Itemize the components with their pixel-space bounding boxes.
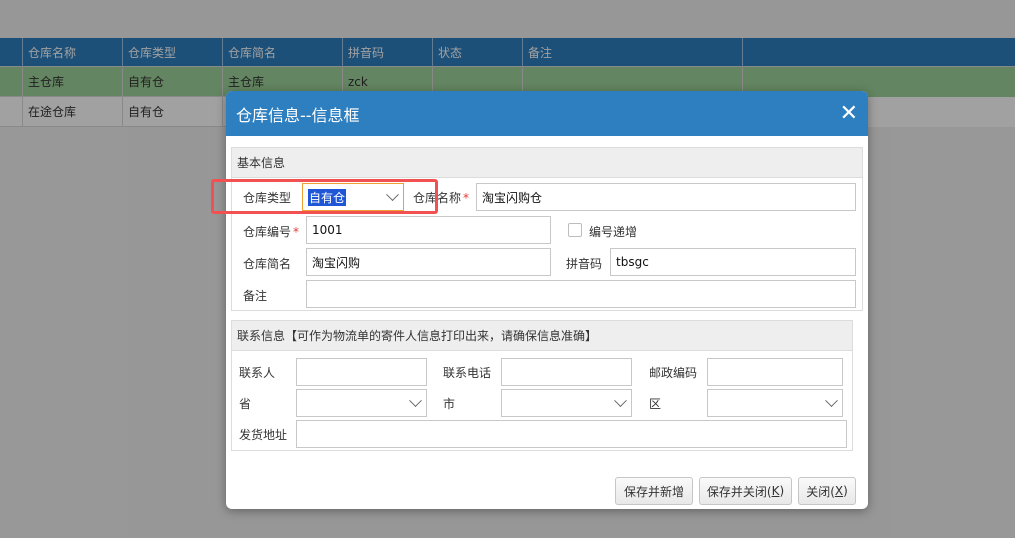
contact-info-section: 联系信息【可作为物流单的寄件人信息打印出来，请确保信息准确】 联系人 联系电话 … — [231, 320, 853, 451]
contact-person-input[interactable] — [296, 358, 427, 386]
warehouse-type-select[interactable]: 自有仓 — [302, 183, 404, 211]
province-select[interactable] — [296, 389, 427, 417]
warehouse-short-input[interactable]: 淘宝闪购 — [306, 248, 551, 276]
close-icon[interactable]: ✕ — [840, 102, 858, 125]
required-mark: * — [463, 191, 470, 205]
close-button[interactable]: 关闭(X) — [798, 477, 856, 505]
contact-info-heading: 联系信息【可作为物流单的寄件人信息打印出来，请确保信息准确】 — [232, 321, 852, 351]
chevron-down-icon — [386, 187, 399, 201]
warehouse-name-input[interactable]: 淘宝闪购仓 — [476, 183, 856, 211]
city-select[interactable] — [501, 389, 632, 417]
auto-increment-checkbox[interactable] — [568, 223, 582, 237]
auto-increment-label: 编号递增 — [589, 225, 638, 239]
pinyin-label: 拼音码 — [566, 257, 603, 271]
warehouse-name-label: 仓库名称 * — [413, 191, 470, 205]
chevron-down-icon — [825, 393, 838, 407]
save-and-close-button[interactable]: 保存并关闭(K) — [699, 477, 792, 505]
pinyin-input[interactable]: tbsgc — [610, 248, 856, 276]
warehouse-type-value: 自有仓 — [308, 188, 347, 206]
contact-person-label: 联系人 — [239, 366, 276, 380]
warehouse-info-dialog: 仓库信息--信息框 ✕ 基本信息 仓库类型 自有仓 仓库名称 * 淘宝闪购仓 仓库… — [226, 91, 868, 509]
district-select[interactable] — [707, 389, 843, 417]
chevron-down-icon — [409, 393, 422, 407]
save-and-new-button[interactable]: 保存并新增 — [615, 477, 693, 505]
basic-info-section: 基本信息 仓库类型 自有仓 仓库名称 * 淘宝闪购仓 仓库编号 * 1001 编号递… — [231, 147, 863, 311]
note-input[interactable] — [306, 280, 856, 308]
dialog-title: 仓库信息--信息框 — [236, 105, 360, 125]
ship-address-input[interactable] — [296, 420, 847, 448]
postal-code-label: 邮政编码 — [649, 366, 698, 380]
province-label: 省 — [239, 397, 252, 411]
dialog-title-bar: 仓库信息--信息框 ✕ — [226, 91, 868, 136]
warehouse-short-value: 淘宝闪购 — [312, 255, 361, 270]
contact-phone-label: 联系电话 — [443, 366, 492, 380]
basic-info-heading: 基本信息 — [232, 148, 862, 178]
required-mark: * — [293, 225, 300, 239]
warehouse-type-label: 仓库类型 — [243, 191, 292, 205]
warehouse-code-value: 1001 — [312, 223, 343, 237]
warehouse-code-label: 仓库编号 * — [243, 225, 300, 239]
warehouse-short-label: 仓库简名 — [243, 257, 292, 271]
ship-address-label: 发货地址 — [239, 428, 288, 442]
pinyin-value: tbsgc — [616, 255, 649, 269]
contact-phone-input[interactable] — [501, 358, 632, 386]
district-label: 区 — [649, 397, 662, 411]
chevron-down-icon — [614, 393, 627, 407]
postal-code-input[interactable] — [707, 358, 843, 386]
note-label: 备注 — [243, 289, 268, 303]
city-label: 市 — [443, 397, 456, 411]
warehouse-name-value: 淘宝闪购仓 — [482, 190, 543, 205]
warehouse-code-input[interactable]: 1001 — [306, 216, 551, 244]
